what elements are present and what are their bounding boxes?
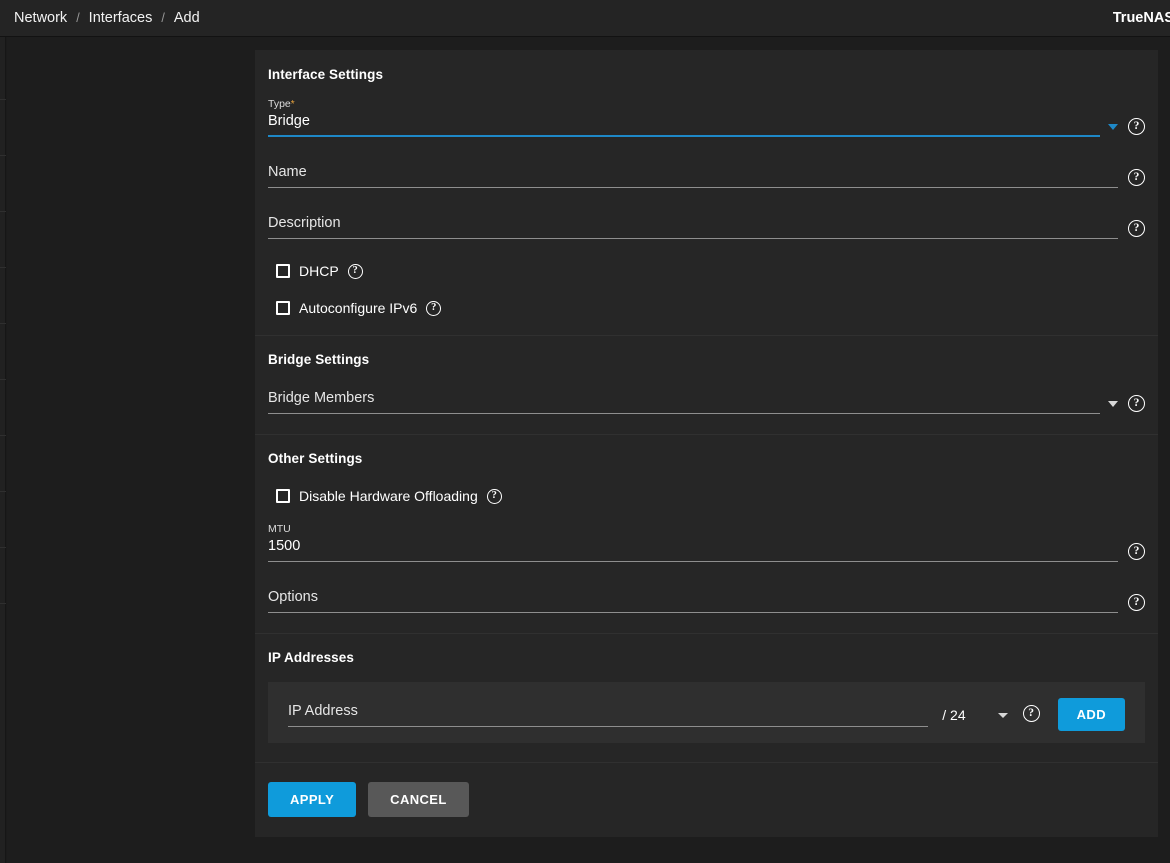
ip-address-input[interactable]: IP Address — [288, 702, 928, 727]
bridge-members-placeholder: Bridge Members — [268, 389, 1100, 408]
checkbox-row-autoconfigure-ipv6[interactable]: Autoconfigure IPv6 ? — [268, 300, 1145, 316]
rail-tick — [0, 323, 6, 324]
help-icon-description[interactable]: ? — [1128, 220, 1145, 237]
help-icon-options[interactable]: ? — [1128, 594, 1145, 611]
checkbox-row-disable-hardware-offloading[interactable]: Disable Hardware Offloading ? — [268, 488, 1145, 504]
section-title-other-settings: Other Settings — [268, 451, 1145, 466]
options-input[interactable]: Options — [268, 588, 1118, 613]
section-other-settings: Other Settings Disable Hardware Offloadi… — [255, 435, 1158, 633]
field-options[interactable]: Options ? — [268, 588, 1145, 613]
checkbox-row-dhcp[interactable]: DHCP ? — [268, 263, 1145, 279]
mtu-value: 1500 — [268, 537, 1118, 556]
add-ip-address-button[interactable]: ADD — [1058, 698, 1125, 731]
brand-logo-text: TrueNAS — [1113, 10, 1170, 26]
type-select[interactable]: Type* Bridge — [268, 98, 1100, 137]
section-title-interface-settings: Interface Settings — [268, 67, 1145, 82]
page-body: Interface Settings Type* Bridge ? Name ? — [7, 37, 1170, 863]
rail-tick — [0, 547, 6, 548]
disable-hardware-offloading-label: Disable Hardware Offloading — [299, 488, 478, 504]
options-placeholder: Options — [268, 588, 1118, 607]
description-input[interactable]: Description — [268, 214, 1118, 239]
breadcrumb-separator: / — [76, 11, 79, 25]
rail-tick — [0, 99, 6, 100]
breadcrumb-item-interfaces[interactable]: Interfaces — [89, 10, 153, 26]
disable-hardware-offloading-checkbox[interactable] — [276, 489, 290, 503]
help-icon-autoconfigure-ipv6[interactable]: ? — [426, 301, 441, 316]
rail-tick — [0, 435, 6, 436]
mtu-input[interactable]: MTU 1500 — [268, 523, 1118, 562]
rail-tick — [0, 491, 6, 492]
type-label: Type* — [268, 98, 1100, 111]
breadcrumb-item-add: Add — [174, 10, 200, 26]
form-actions: APPLY CANCEL — [255, 763, 1158, 837]
ip-address-row-card: IP Address / 24 ? ADD — [268, 682, 1145, 743]
required-asterisk: * — [291, 99, 295, 110]
help-icon-name[interactable]: ? — [1128, 169, 1145, 186]
field-bridge-members[interactable]: Bridge Members ? — [268, 389, 1145, 414]
field-description[interactable]: Description ? — [268, 214, 1145, 239]
autoconfigure-ipv6-label: Autoconfigure IPv6 — [299, 300, 417, 316]
help-icon-dhcp[interactable]: ? — [348, 264, 363, 279]
chevron-down-icon[interactable] — [998, 713, 1008, 718]
help-icon-bridge-members[interactable]: ? — [1128, 395, 1145, 412]
field-type[interactable]: Type* Bridge ? — [268, 98, 1145, 137]
bridge-members-select[interactable]: Bridge Members — [268, 389, 1100, 414]
section-bridge-settings: Bridge Settings Bridge Members ? — [255, 336, 1158, 434]
rail-tick — [0, 603, 6, 604]
section-interface-settings: Interface Settings Type* Bridge ? Name ? — [255, 50, 1158, 335]
top-bar: Network / Interfaces / Add TrueNAS — [0, 0, 1170, 37]
chevron-down-icon[interactable] — [1108, 124, 1118, 130]
rail-tick — [0, 211, 6, 212]
help-icon-ip-address[interactable]: ? — [1023, 705, 1040, 722]
type-value: Bridge — [268, 112, 1100, 131]
description-placeholder: Description — [268, 214, 1118, 233]
help-icon-mtu[interactable]: ? — [1128, 543, 1145, 560]
rail-tick — [0, 155, 6, 156]
rail-tick — [0, 379, 6, 380]
mtu-label: MTU — [268, 523, 1118, 536]
dhcp-checkbox[interactable] — [276, 264, 290, 278]
collapsed-sidebar-rail[interactable] — [0, 37, 6, 863]
interface-form-panel: Interface Settings Type* Bridge ? Name ? — [255, 50, 1158, 837]
breadcrumb: Network / Interfaces / Add — [14, 10, 200, 26]
help-icon-type[interactable]: ? — [1128, 118, 1145, 135]
apply-button[interactable]: APPLY — [268, 782, 356, 817]
name-input[interactable]: Name — [268, 163, 1118, 188]
help-icon-disable-hardware-offloading[interactable]: ? — [487, 489, 502, 504]
netmask-value: / 24 — [942, 707, 965, 723]
rail-tick — [0, 267, 6, 268]
section-title-ip-addresses: IP Addresses — [268, 650, 1145, 665]
dhcp-label: DHCP — [299, 263, 339, 279]
ip-address-placeholder: IP Address — [288, 702, 928, 721]
section-ip-addresses: IP Addresses IP Address / 24 ? ADD — [255, 634, 1158, 762]
field-name[interactable]: Name ? — [268, 163, 1145, 188]
breadcrumb-separator: / — [161, 11, 164, 25]
field-mtu[interactable]: MTU 1500 ? — [268, 523, 1145, 562]
chevron-down-icon[interactable] — [1108, 401, 1118, 407]
name-placeholder: Name — [268, 163, 1118, 182]
autoconfigure-ipv6-checkbox[interactable] — [276, 301, 290, 315]
truenas-interface-add-page: Network / Interfaces / Add TrueNAS Inter… — [0, 0, 1170, 863]
cancel-button[interactable]: CANCEL — [368, 782, 469, 817]
breadcrumb-item-network[interactable]: Network — [14, 10, 67, 26]
section-title-bridge-settings: Bridge Settings — [268, 352, 1145, 367]
